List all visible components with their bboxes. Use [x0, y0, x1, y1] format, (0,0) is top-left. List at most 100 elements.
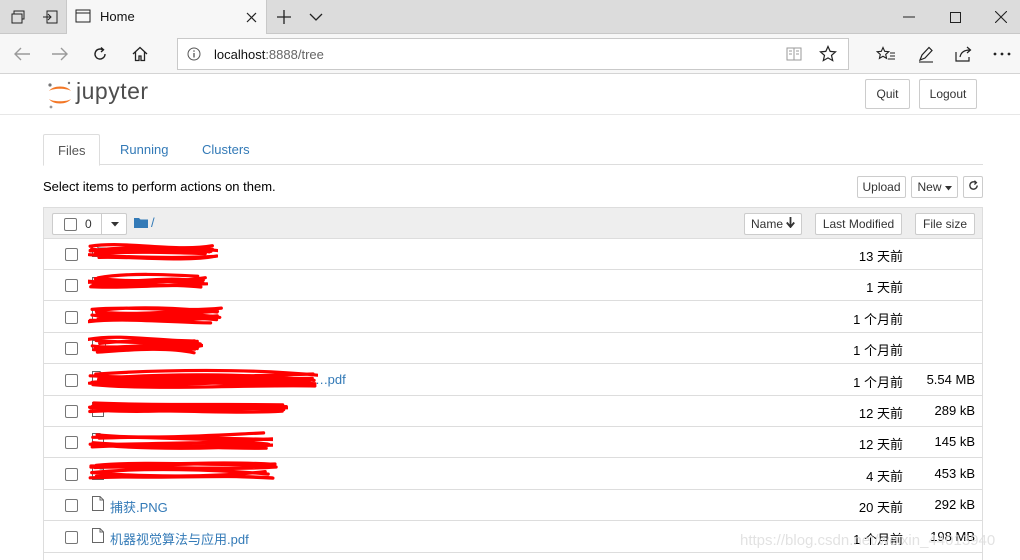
file-row[interactable]: 捕获.PNG 20 天前 292 kB: [44, 490, 982, 522]
file-row[interactable]: 1 个月前: [44, 333, 982, 365]
browser-tab-home[interactable]: Home: [66, 0, 267, 34]
file-row[interactable]: 1 天前: [44, 270, 982, 302]
select-all-checkbox[interactable]: [64, 218, 77, 231]
redaction-scribble: [88, 243, 218, 261]
file-row[interactable]: 机器视觉算法与应用.pdf 1 个月前 198 MB: [44, 522, 982, 553]
file-row[interactable]: 12 天前 145 kB: [44, 427, 982, 459]
back-icon[interactable]: [6, 40, 38, 68]
last-modified-cell: 1 个月前: [853, 311, 903, 327]
web-note-pen-icon[interactable]: [910, 40, 942, 68]
tab-manager-icon[interactable]: [2, 0, 34, 34]
row-checkbox[interactable]: [65, 279, 78, 293]
file-size-cell: 289 kB: [934, 403, 975, 418]
file-size-cell: 292 kB: [934, 497, 975, 513]
more-options-icon[interactable]: [986, 40, 1018, 68]
redaction-scribble: [88, 306, 223, 325]
select-all-control[interactable]: 0: [52, 213, 127, 235]
refresh-list-button[interactable]: [963, 176, 983, 198]
favorites-hub-icon[interactable]: [870, 40, 902, 68]
sort-by-name-button[interactable]: Name: [744, 213, 802, 235]
row-checkbox[interactable]: [65, 248, 78, 261]
last-modified-cell: 1 天前: [866, 280, 903, 296]
sort-by-modified-button[interactable]: Last Modified: [815, 213, 902, 235]
new-tab-icon[interactable]: [268, 0, 300, 34]
last-modified-cell: 1 个月前: [853, 343, 903, 359]
share-icon[interactable]: [948, 40, 980, 68]
dashboard-tabs: Files Running Clusters: [43, 134, 983, 166]
redaction-scribble: [88, 368, 318, 389]
file-size-cell: 453 kB: [934, 465, 975, 481]
minimize-icon[interactable]: [886, 0, 932, 34]
jupyter-logo-icon[interactable]: [46, 80, 74, 113]
row-checkbox[interactable]: [65, 530, 78, 544]
refresh-icon: [968, 180, 979, 194]
file-icon: [92, 527, 104, 546]
file-size-cell: 145 kB: [934, 434, 975, 450]
row-checkbox[interactable]: [65, 342, 78, 356]
row-checkbox[interactable]: [65, 499, 78, 513]
row-checkbox[interactable]: [65, 310, 78, 324]
url-text[interactable]: localhost:8888/tree: [214, 47, 324, 62]
file-row[interactable]: 1 个月前: [44, 302, 982, 333]
chevron-down-icon[interactable]: [300, 0, 332, 34]
browser-toolbar: localhost:8888/tree: [0, 34, 1020, 74]
forward-icon[interactable]: [44, 40, 76, 68]
folder-icon[interactable]: [134, 216, 148, 231]
file-icon: [92, 496, 104, 514]
file-name-link[interactable]: 捕获.PNG: [110, 497, 168, 516]
list-header: 0 / Name Last Modified File size: [44, 208, 982, 239]
row-checkbox[interactable]: [65, 467, 78, 481]
upload-button[interactable]: Upload: [857, 176, 906, 198]
file-row[interactable]: 13 天前: [44, 239, 982, 270]
home-icon[interactable]: [124, 40, 156, 68]
select-menu-caret-icon[interactable]: [101, 213, 127, 235]
file-size-cell: 5.54 MB: [926, 371, 975, 387]
last-modified-cell: 1 个月前: [853, 531, 903, 547]
sort-by-size-button[interactable]: File size: [915, 213, 975, 235]
tab-files[interactable]: Files: [43, 134, 101, 166]
favorite-star-icon[interactable]: [819, 45, 837, 66]
quit-button[interactable]: Quit: [865, 79, 910, 109]
last-modified-cell: 12 天前: [858, 437, 903, 453]
url-path: :8888/tree: [265, 47, 324, 62]
last-modified-cell: 1 个月前: [853, 374, 903, 390]
file-size-cell: 198 MB: [930, 528, 975, 544]
logout-button[interactable]: Logout: [919, 79, 977, 109]
name-label: Name: [750, 217, 783, 231]
address-bar[interactable]: localhost:8888/tree: [177, 38, 849, 70]
url-host: localhost: [214, 47, 266, 62]
close-window-icon[interactable]: [978, 0, 1020, 34]
tab-running[interactable]: Running: [106, 134, 182, 165]
jupyter-logo-text[interactable]: jupyter: [76, 78, 149, 105]
redaction-scribble: [88, 335, 203, 355]
selection-hint: Select items to perform actions on them.: [43, 179, 276, 194]
notebook-list: 0 / Name Last Modified File size 13 天前 1 …: [43, 207, 983, 560]
jupyter-header: jupyter Quit Logout: [0, 74, 1020, 115]
sort-arrow-down-icon: [786, 217, 795, 231]
file-row[interactable]: 12 天前 289 kB: [44, 396, 982, 427]
new-dropdown-button[interactable]: New: [911, 176, 958, 198]
redaction-scribble: [88, 401, 288, 414]
last-modified-cell: 13 天前: [858, 249, 903, 264]
redaction-scribble: [88, 461, 278, 480]
redaction-scribble: [88, 431, 273, 451]
set-aside-tabs-icon[interactable]: [34, 0, 66, 34]
file-name-link[interactable]: 机器视觉算法与应用.pdf: [110, 529, 249, 548]
close-tab-icon[interactable]: [242, 8, 260, 26]
tab-clusters[interactable]: Clusters: [188, 134, 264, 165]
page-icon: [75, 9, 91, 26]
row-checkbox[interactable]: [65, 373, 78, 387]
reading-view-icon[interactable]: [786, 46, 802, 65]
maximize-icon[interactable]: [932, 0, 978, 34]
refresh-icon[interactable]: [84, 40, 116, 68]
breadcrumb-root[interactable]: /: [151, 215, 155, 230]
last-modified-cell: 20 天前: [858, 500, 903, 516]
site-info-icon[interactable]: [187, 47, 201, 64]
file-row[interactable]: 4 天前 453 kB: [44, 459, 982, 490]
caret-down-icon: [944, 180, 952, 194]
last-modified-cell: 12 天前: [858, 406, 903, 421]
row-checkbox[interactable]: [65, 405, 78, 418]
file-row[interactable]: …….pdf 1 个月前 5.54 MB: [44, 365, 982, 396]
tab-title: Home: [100, 9, 135, 24]
row-checkbox[interactable]: [65, 436, 78, 450]
